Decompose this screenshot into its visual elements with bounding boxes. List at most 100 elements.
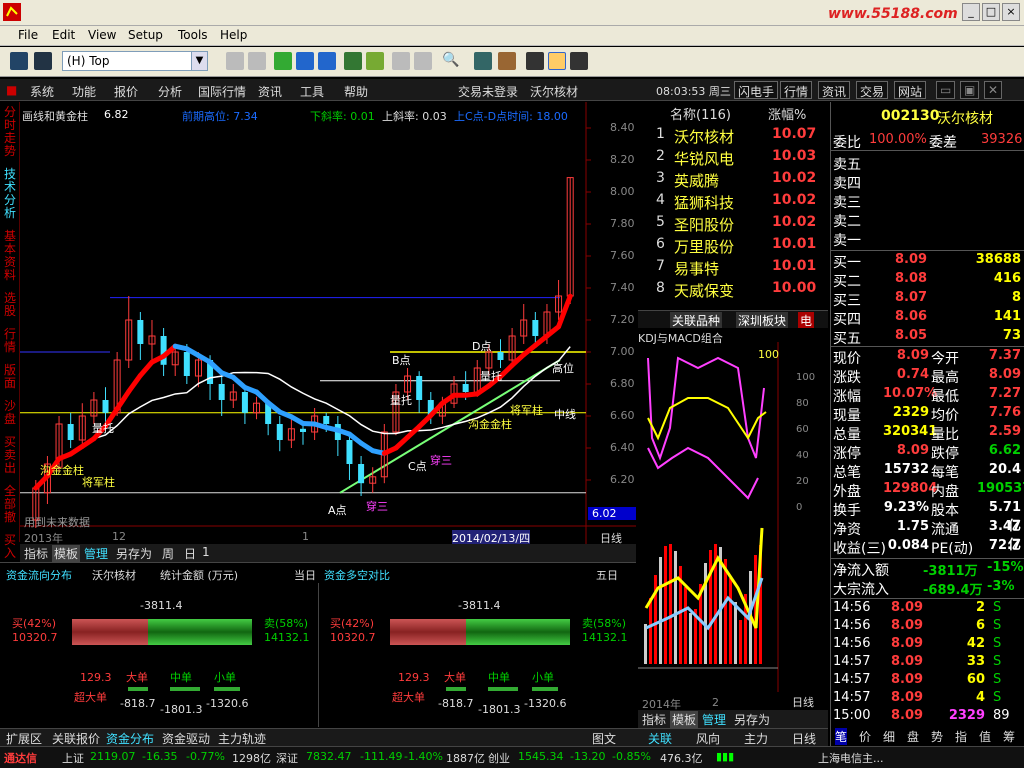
server-name[interactable]: 上海电信主... (818, 750, 884, 766)
left-tab-2[interactable]: 基本资料 (3, 230, 17, 282)
rank-name-2[interactable]: 英威腾 (674, 170, 719, 191)
tab-week[interactable]: 周 (160, 545, 176, 562)
left-tab-9[interactable]: 买入 (3, 534, 17, 560)
tool-icon-8[interactable] (392, 52, 410, 70)
tab-website[interactable]: 网站 (894, 81, 927, 99)
left-tab-8[interactable]: 全部撤 (3, 485, 17, 524)
maximize-button[interactable]: □ (982, 3, 1000, 21)
menu-icon[interactable]: ■ (6, 83, 17, 97)
nav-item-quote[interactable]: 报价 (114, 83, 138, 100)
left-tab-6[interactable]: 沙盘 (3, 400, 17, 426)
tool-icon-7[interactable] (366, 52, 384, 70)
rank-name-0[interactable]: 沃尔核材 (674, 126, 734, 147)
quote-tab-2[interactable]: 细 (883, 728, 895, 745)
left-tab-0[interactable]: 分时走势 (3, 106, 17, 158)
menu-tools[interactable]: Tools (178, 28, 208, 42)
quote-tab-6[interactable]: 值 (979, 728, 991, 745)
tool-icon-2[interactable] (248, 52, 266, 70)
tab-daily[interactable]: 日线 (790, 730, 818, 747)
rank-header-chg[interactable]: 涨幅% (768, 104, 806, 123)
tab-electric[interactable]: 电 (798, 312, 815, 329)
nav-item-system[interactable]: 系统 (30, 83, 54, 100)
menu-view[interactable]: View (88, 28, 116, 42)
left-tab-4[interactable]: 行情 (3, 328, 17, 354)
tool-icon-9[interactable] (414, 52, 432, 70)
quote-tab-4[interactable]: 势 (931, 728, 943, 745)
nav-item-help[interactable]: 帮助 (344, 83, 368, 100)
menu-setup[interactable]: Setup (128, 28, 163, 42)
nav-item-intl[interactable]: 国际行情 (198, 83, 246, 100)
tool-icon-1[interactable] (226, 52, 244, 70)
tab-fund-dist[interactable]: 资金分布 (104, 730, 156, 747)
menu-edit[interactable]: Edit (52, 28, 75, 42)
tool-icon-12[interactable] (526, 52, 544, 70)
flow-title-2[interactable]: 资金多空对比 (324, 567, 390, 583)
tab-extend[interactable]: 扩展区 (4, 730, 44, 747)
tool-icon-11[interactable] (498, 52, 516, 70)
nav-item-news[interactable]: 资讯 (258, 83, 282, 100)
rank-name-6[interactable]: 易事特 (674, 258, 719, 279)
window-restore-icon[interactable]: ▣ (960, 81, 980, 99)
tab-related[interactable]: 关联报价 (50, 730, 102, 747)
minimize-button[interactable]: _ (962, 3, 980, 21)
rank-name-4[interactable]: 圣阳股份 (674, 214, 734, 235)
quote-tab-1[interactable]: 价 (859, 728, 871, 745)
tool-icon-10[interactable] (474, 52, 492, 70)
tab-related-product[interactable]: 关联品种 (670, 312, 723, 329)
tool-icon-6[interactable] (344, 52, 362, 70)
close-button[interactable]: × (1002, 3, 1020, 21)
window-close-icon[interactable]: ✕ (984, 81, 1003, 99)
flow-period-2[interactable]: 五日 (596, 567, 618, 583)
tab-manage[interactable]: 管理 (82, 545, 110, 562)
flow-title[interactable]: 资金流向分布 (6, 567, 72, 583)
left-tab-5[interactable]: 版面 (3, 364, 17, 390)
sh-label[interactable]: 上证 (62, 750, 84, 766)
nav-item-tools[interactable]: 工具 (300, 83, 324, 100)
menu-file[interactable]: File (18, 28, 38, 42)
kdj-tab-saveas[interactable]: 另存为 (732, 711, 772, 728)
tab-day[interactable]: 日 (182, 545, 198, 562)
tab-link[interactable]: 关联 (646, 730, 674, 747)
left-tab-7[interactable]: 买卖出 (3, 436, 17, 475)
tab-template[interactable]: 模板 (52, 545, 81, 562)
flow-day[interactable]: 当日 (294, 567, 316, 583)
tab-saveas[interactable]: 另存为 (114, 545, 154, 562)
tab-market[interactable]: 行情 (780, 81, 813, 99)
quote-tab-0[interactable]: 笔 (835, 728, 848, 745)
tab-1[interactable]: 1 (200, 545, 212, 559)
rank-name-7[interactable]: 天威保变 (674, 280, 734, 301)
tab-news[interactable]: 资讯 (818, 81, 851, 99)
kdj-macd-panel[interactable]: KDJ与MACD组合 100 2014年 2 日线 100 80 60 40 20 0 (638, 328, 828, 711)
tab-trade[interactable]: 交易 (856, 81, 889, 99)
tab-main-force[interactable]: 主力 (742, 730, 770, 747)
tab-flash[interactable]: 闪电手 (734, 81, 779, 99)
chevron-down-icon[interactable]: ▼ (191, 52, 207, 70)
kline-chart[interactable]: 画线和黄金柱 6.82 前期高位: 7.34 下斜率: 0.01 上斜率: 0.… (20, 102, 636, 546)
menu-help[interactable]: Help (220, 28, 247, 42)
quote-tab-7[interactable]: 筹 (1003, 728, 1015, 745)
kdj-tab-template[interactable]: 模板 (670, 711, 699, 728)
search-icon[interactable]: 🔍 (442, 52, 460, 70)
nav-item-function[interactable]: 功能 (72, 83, 96, 100)
open-icon[interactable] (10, 52, 28, 70)
nav-item-analysis[interactable]: 分析 (158, 83, 182, 100)
window-min-icon[interactable]: ▭ (936, 81, 956, 99)
kdj-tab-manage[interactable]: 管理 (700, 711, 728, 728)
quote-tab-3[interactable]: 盘 (907, 728, 919, 745)
layout-combo[interactable]: (H) Top ▼ (62, 51, 208, 71)
cy-label[interactable]: 创业 (488, 750, 510, 766)
tab-wind[interactable]: 风向 (694, 730, 722, 747)
tool-icon-5[interactable] (318, 52, 336, 70)
sz-label[interactable]: 深证 (276, 750, 298, 766)
tab-sz-sector[interactable]: 深圳板块 (736, 312, 789, 329)
tab-indicator[interactable]: 指标 (22, 545, 50, 562)
tab-fund-drive[interactable]: 资金驱动 (160, 730, 212, 747)
tool-icon-4[interactable] (296, 52, 314, 70)
tool-icon-14[interactable] (570, 52, 588, 70)
rank-header-name[interactable]: 名称(116) (670, 104, 731, 123)
left-tab-3[interactable]: 选股 (3, 292, 17, 318)
rank-name-3[interactable]: 猛狮科技 (674, 192, 734, 213)
tool-icon-3[interactable] (274, 52, 292, 70)
rank-name-1[interactable]: 华锐风电 (674, 148, 734, 169)
save-icon[interactable] (34, 52, 52, 70)
